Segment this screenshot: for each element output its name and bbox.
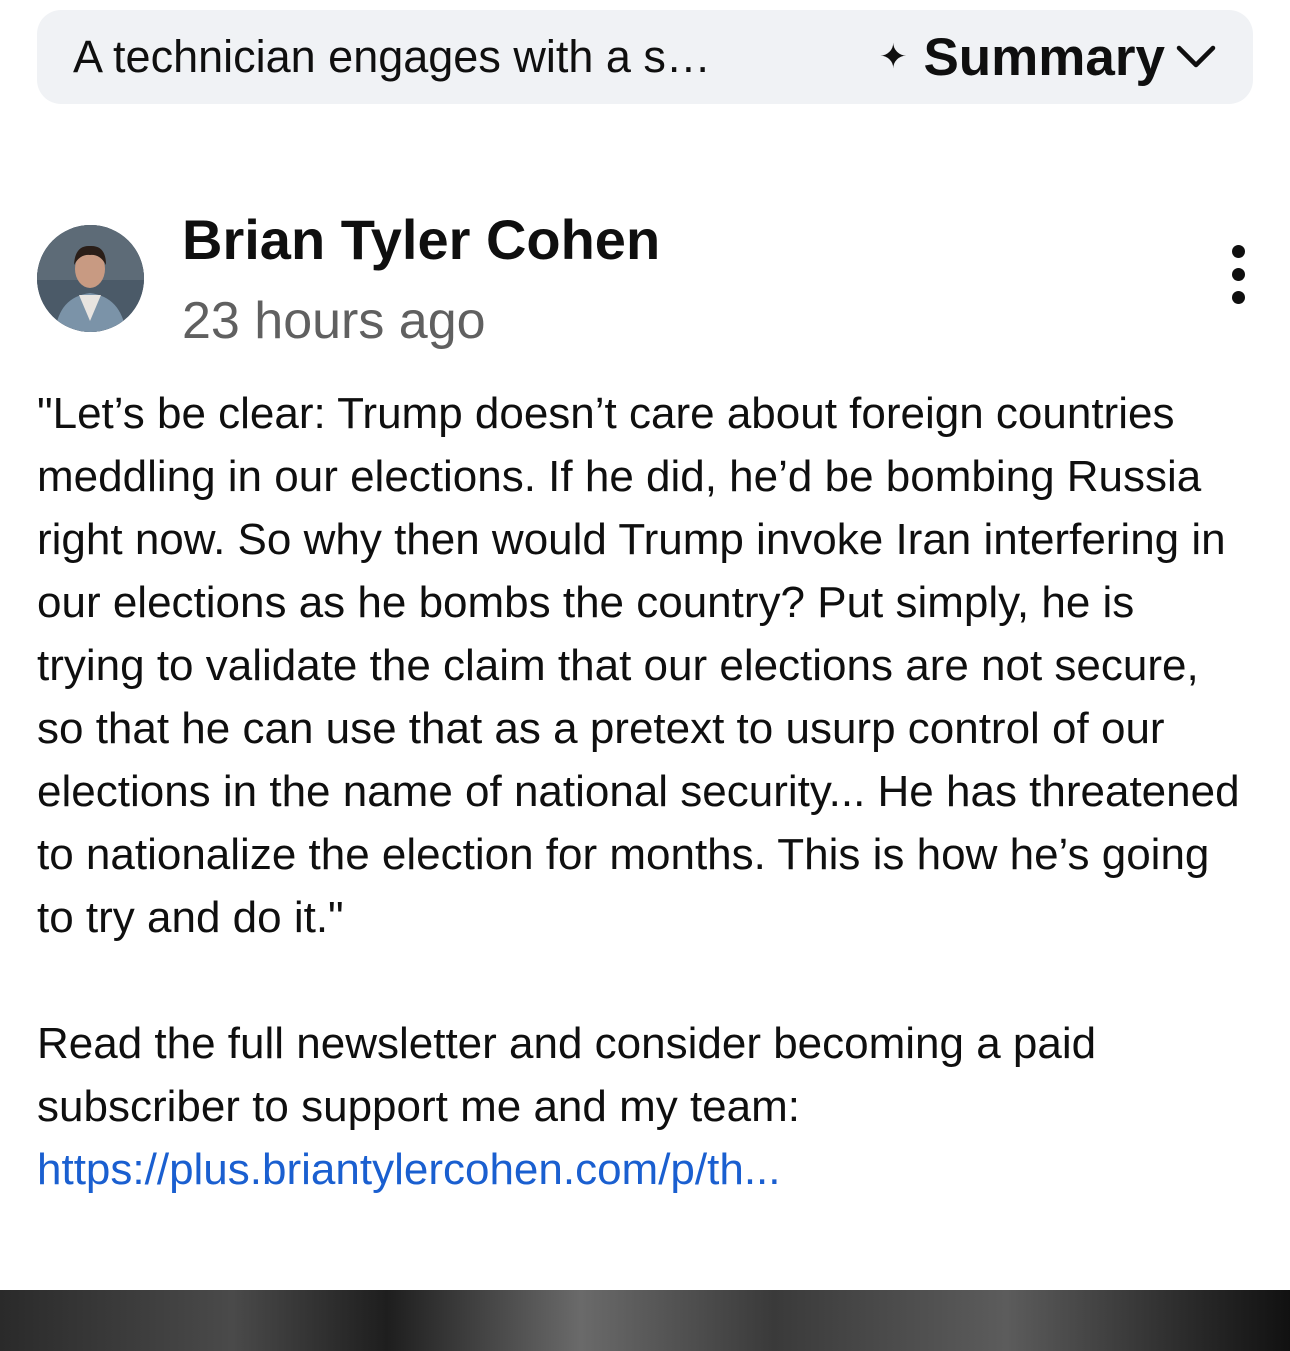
author-name[interactable]: Brian Tyler Cohen [182, 207, 660, 272]
post-cta: Read the full newsletter and consider be… [37, 1012, 1253, 1201]
summary-bar: A technician engages with a s… ✦ Summary [37, 10, 1253, 104]
summary-preview-text[interactable]: A technician engages with a s… [73, 31, 879, 83]
post-header: Brian Tyler Cohen 23 hours ago [37, 205, 1253, 355]
sparkle-icon: ✦ [878, 38, 908, 76]
more-options-icon[interactable] [1223, 245, 1253, 315]
post-quote: "Let’s be clear: Trump doesn’t care abou… [37, 389, 1240, 942]
newsletter-link[interactable]: https://plus.briantylercohen.com/p/th... [37, 1145, 781, 1194]
post-cta-text: Read the full newsletter and consider be… [37, 1019, 1097, 1131]
chevron-down-icon [1175, 42, 1217, 72]
post-image[interactable] [0, 1290, 1290, 1351]
summary-button[interactable]: ✦ Summary [879, 27, 1217, 88]
summary-button-label: Summary [923, 27, 1165, 87]
avatar[interactable] [37, 225, 144, 332]
post-body: "Let’s be clear: Trump doesn’t care abou… [37, 382, 1253, 1201]
post-timestamp: 23 hours ago [182, 292, 486, 350]
